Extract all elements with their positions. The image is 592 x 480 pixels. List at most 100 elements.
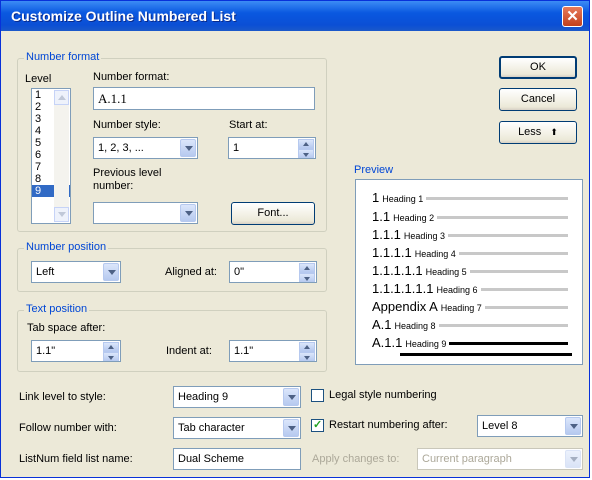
restart-numbering-checkbox[interactable]: ✓ [311,419,324,432]
preview-row: 1 Heading 1 [372,190,423,206]
number-format-label: Number format: [93,71,170,83]
preview-rule [459,252,568,255]
font-button[interactable]: Font... [231,202,315,225]
scroll-down-icon[interactable] [54,207,69,222]
previous-level-label-2: number: [93,180,134,192]
apply-changes-label: Apply changes to: [312,453,400,465]
preview-number: 1.1.1.1 [372,245,412,260]
number-format-title: Number format [24,51,102,63]
alignment-select[interactable]: Left [31,261,121,283]
start-at-label: Start at: [229,119,268,131]
preview-heading: Heading 9 [405,339,447,349]
tab-space-spinner[interactable]: 1.1" [31,340,121,362]
preview-number: A.1 [372,317,392,332]
chevron-down-icon[interactable] [565,417,581,435]
cancel-button[interactable]: Cancel [499,88,577,111]
spinner-arrows-icon[interactable] [103,342,119,361]
aligned-at-spinner[interactable]: 0" [229,261,317,283]
chevron-down-icon[interactable] [180,204,196,222]
listnum-input[interactable]: Dual Scheme [173,448,301,470]
indent-at-value: 1.1" [234,345,254,357]
preview-heading: Heading 4 [414,249,456,259]
number-position-title: Number position [24,241,109,253]
apply-changes-select[interactable]: Current paragraph [417,448,583,470]
preview-heading: Heading 8 [394,321,436,331]
link-level-value: Heading 9 [178,391,229,403]
number-style-label: Number style: [93,119,161,131]
spinner-arrows-icon[interactable] [298,139,314,158]
tab-space-value: 1.1" [36,345,56,357]
less-button[interactable]: Less ⬆ [499,121,577,144]
restart-numbering-label: Restart numbering after: [329,419,448,431]
preview-number: Appendix A [372,299,438,314]
follow-number-value: Tab character [178,422,245,434]
preview-heading: Heading 1 [382,194,424,204]
indent-at-spinner[interactable]: 1.1" [229,340,317,362]
follow-number-label: Follow number with: [19,422,117,434]
start-at-value: 1 [233,142,240,154]
preview-number: 1.1.1.1.1.1 [372,281,434,296]
preview-heading: Heading 7 [440,303,482,313]
less-label: Less [518,126,542,138]
preview-heading: Heading 2 [393,213,435,223]
preview-row: 1.1 Heading 2 [372,209,434,225]
apply-changes-value: Current paragraph [422,453,512,465]
restart-level-select[interactable]: Level 8 [477,415,583,437]
preview-rule [439,324,568,327]
number-style-select[interactable]: 1, 2, 3, ... [93,137,198,159]
restart-level-value: Level 8 [482,420,518,432]
preview-row: A.1.1 Heading 9 [372,335,446,351]
preview-rule [470,270,568,273]
ok-button[interactable]: OK [499,56,577,79]
preview-rule [485,306,568,309]
title-bar[interactable]: Customize Outline Numbered List ✕ [1,1,589,31]
number-format-input[interactable]: A.1.1 [93,87,315,110]
level-label: Level [25,73,52,85]
chevron-down-icon[interactable] [565,450,581,468]
preview-rule [448,234,568,237]
previous-level-select[interactable] [93,202,198,224]
preview-label: Preview [354,164,394,176]
dialog-title: Customize Outline Numbered List [11,8,236,24]
chevron-down-icon[interactable] [283,419,299,437]
start-at-spinner[interactable]: 1 [228,137,316,159]
preview-number: 1.1.1.1.1 [372,263,423,278]
preview-row: A.1 Heading 8 [372,317,436,333]
preview-heading: Heading 3 [403,231,445,241]
preview-row: 1.1.1 Heading 3 [372,227,445,243]
preview-row: 1.1.1.1 Heading 4 [372,245,456,261]
preview-rule [426,197,568,200]
preview-row: 1.1.1.1.1 Heading 5 [372,263,467,279]
chevron-down-icon[interactable] [180,139,196,157]
chevron-down-icon[interactable] [103,263,119,281]
preview-number: 1.1.1 [372,227,401,242]
follow-number-select[interactable]: Tab character [173,417,301,439]
chevron-down-icon[interactable] [283,388,299,406]
text-position-title: Text position [24,303,90,315]
link-level-select[interactable]: Heading 9 [173,386,301,408]
preview-heading: Heading 5 [425,267,467,277]
listnum-label: ListNum field list name: [19,453,133,465]
preview-number: 1 [372,190,380,205]
spinner-arrows-icon[interactable] [299,263,315,282]
legal-style-checkbox[interactable] [311,389,324,402]
preview-heading: Heading 6 [436,285,478,295]
preview-rule [400,353,572,356]
preview-number: 1.1 [372,209,391,224]
dialog-window: Customize Outline Numbered List ✕ Number… [0,0,590,478]
level-scrollbar[interactable] [54,90,69,222]
legal-style-label: Legal style numbering [329,389,437,401]
close-icon: ✕ [566,8,579,25]
checkmark-icon: ✓ [313,419,323,431]
link-level-label: Link level to style: [19,391,106,403]
preview-row: Appendix A Heading 7 [372,299,482,315]
preview-rule [437,216,568,219]
aligned-at-label: Aligned at: [165,266,217,278]
preview-number: A.1.1 [372,335,403,350]
spinner-arrows-icon[interactable] [299,342,315,361]
close-button[interactable]: ✕ [562,6,583,27]
previous-level-label-1: Previous level [93,167,162,179]
level-listbox[interactable]: 123456789 [31,88,71,224]
aligned-at-value: 0" [234,266,245,278]
scroll-up-icon[interactable] [54,90,69,105]
